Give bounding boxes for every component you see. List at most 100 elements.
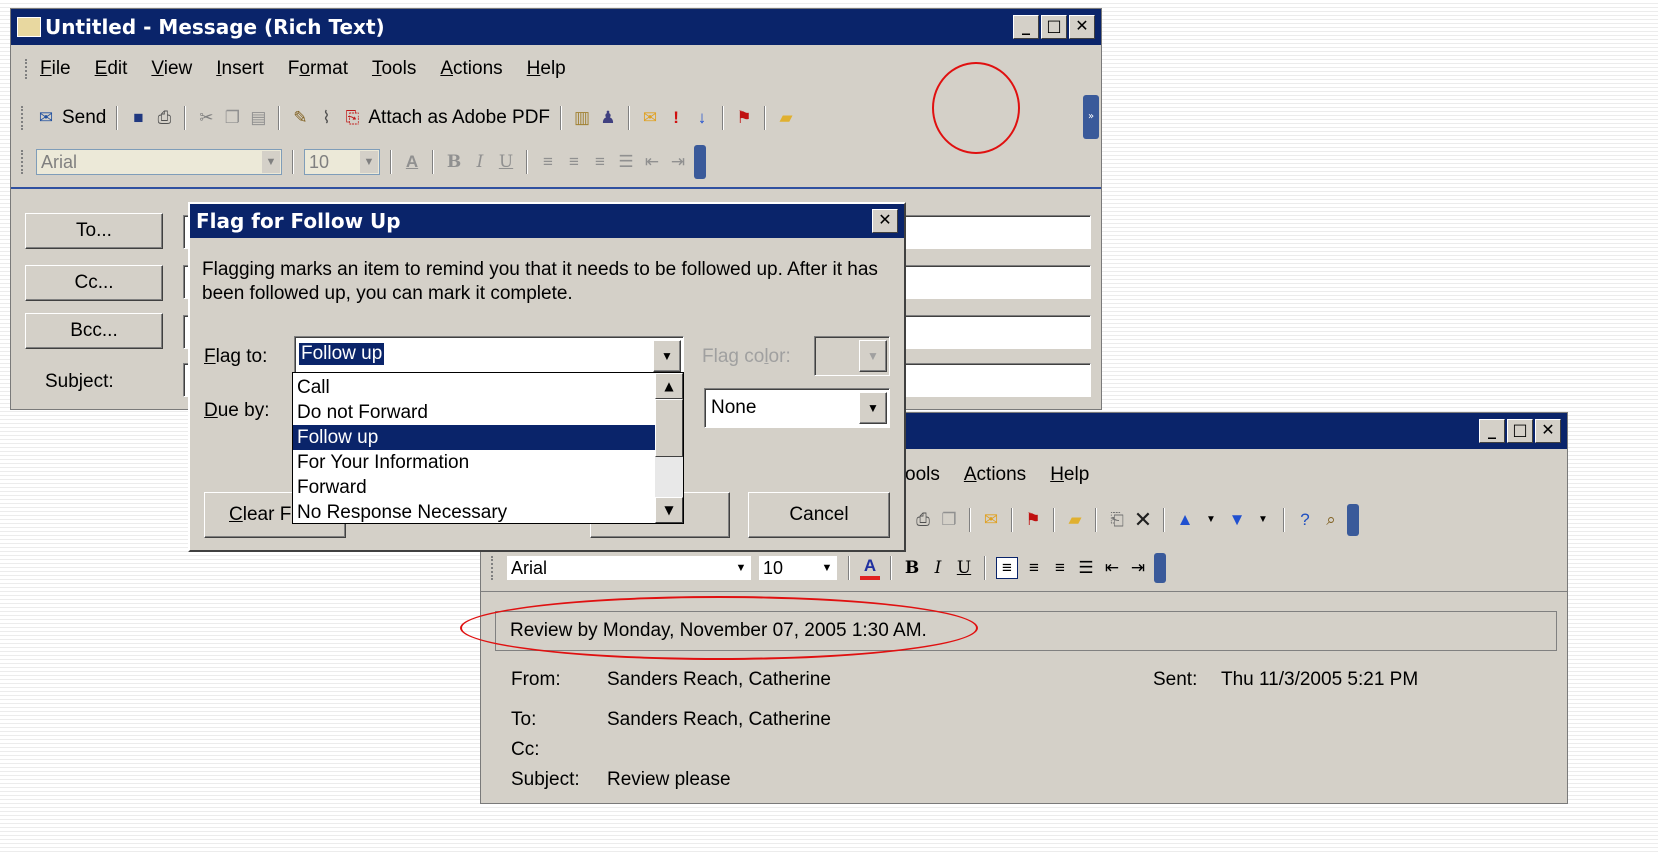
maximize-button[interactable]: □ — [1507, 419, 1533, 443]
adobe-pdf-icon[interactable]: ⎘ — [342, 108, 362, 128]
italic-icon[interactable]: I — [470, 152, 490, 172]
save-icon[interactable]: ■ — [128, 108, 148, 128]
check-names-person-icon[interactable]: ♟ — [598, 108, 618, 128]
send-icon[interactable]: ✉ — [36, 108, 56, 128]
dialog-title-bar[interactable]: Flag for Follow Up ✕ — [190, 204, 904, 238]
menu-view[interactable]: View — [151, 58, 192, 80]
flag-to-option[interactable]: Forward — [293, 475, 655, 500]
align-center-icon[interactable]: ≡ — [564, 152, 584, 172]
chevron-down-icon[interactable]: ▼ — [1253, 510, 1273, 530]
scroll-down-arrow[interactable]: ▼ — [655, 497, 683, 523]
align-left-icon[interactable]: ≡ — [996, 557, 1018, 579]
bcc-button[interactable]: Bcc... — [25, 313, 163, 349]
check-names-icon[interactable]: ✎ — [290, 108, 310, 128]
cancel-button[interactable]: Cancel — [748, 492, 890, 538]
address-book-icon[interactable]: ▥ — [572, 108, 592, 128]
options-envelope-icon[interactable]: ✉ — [640, 108, 660, 128]
menu-file[interactable]: File — [40, 58, 71, 80]
flag-to-combo[interactable]: Follow up ▼ — [294, 336, 684, 376]
align-right-icon[interactable]: ≡ — [590, 152, 610, 172]
due-time-combo[interactable]: None ▼ — [704, 388, 890, 428]
menu-insert[interactable]: Insert — [216, 58, 264, 80]
underline-icon[interactable]: U — [496, 152, 516, 172]
find-icon[interactable]: ⌕ — [1321, 510, 1341, 530]
chevron-down-icon[interactable]: ▼ — [1201, 510, 1221, 530]
flag-to-option[interactable]: Do not Forward — [293, 400, 655, 425]
menu-tools[interactable]: ools — [905, 464, 940, 486]
menu-edit[interactable]: Edit — [95, 58, 128, 80]
close-button[interactable]: ✕ — [1069, 15, 1095, 39]
minimize-button[interactable]: _ — [1479, 419, 1505, 443]
attach-as-adobe-pdf-button[interactable]: Attach as Adobe PDF — [368, 107, 550, 129]
next-item-icon[interactable]: ▼ — [1227, 510, 1247, 530]
font-name-combo[interactable]: Arial ▼ — [36, 149, 282, 175]
underline-icon[interactable]: U — [954, 558, 974, 578]
bold-icon[interactable]: B — [444, 152, 464, 172]
flag-icon[interactable]: ⚑ — [734, 108, 754, 128]
to-button[interactable]: To... — [25, 213, 163, 249]
flag-to-dropdown-button[interactable]: ▼ — [653, 340, 681, 372]
toolbar-options-chevron[interactable] — [1154, 553, 1166, 583]
italic-icon[interactable]: I — [928, 558, 948, 578]
send-button[interactable]: Send — [62, 107, 106, 129]
align-left-icon[interactable]: ≡ — [538, 152, 558, 172]
menu-tools[interactable]: Tools — [372, 58, 416, 80]
from-value[interactable]: Sanders Reach, Catherine — [607, 669, 831, 691]
copy-icon[interactable]: ❐ — [222, 108, 242, 128]
print-icon[interactable]: ⎙ — [154, 108, 174, 128]
close-button[interactable]: ✕ — [1535, 419, 1561, 443]
font-color-icon[interactable]: A — [860, 556, 880, 580]
print-icon[interactable]: ⎙ — [913, 510, 933, 530]
increase-indent-icon[interactable]: ⇥ — [668, 152, 688, 172]
copy-icon[interactable]: ❐ — [939, 510, 959, 530]
to-value[interactable]: Sanders Reach, Catherine — [607, 709, 831, 731]
minimize-button[interactable]: _ — [1013, 15, 1039, 39]
paste-icon[interactable]: ▤ — [248, 108, 268, 128]
options-folder-icon[interactable]: ▰ — [776, 108, 796, 128]
menu-actions[interactable]: Actions — [440, 58, 502, 80]
font-color-icon[interactable]: A — [402, 152, 422, 172]
cut-icon[interactable]: ✂ — [196, 108, 216, 128]
options-envelope-icon[interactable]: ✉ — [981, 510, 1001, 530]
menu-format[interactable]: Format — [288, 58, 348, 80]
decrease-indent-icon[interactable]: ⇤ — [1102, 558, 1122, 578]
move-icon[interactable]: ⎗ — [1107, 510, 1127, 530]
flag-to-option[interactable]: Follow up — [293, 425, 655, 450]
font-name-combo[interactable]: Arial ▼ — [506, 555, 752, 581]
toolbar-options-chevron[interactable] — [694, 145, 706, 179]
align-center-icon[interactable]: ≡ — [1024, 558, 1044, 578]
bullets-icon[interactable]: ☰ — [616, 152, 636, 172]
dropdown-scrollbar[interactable]: ▲ ▼ — [655, 373, 683, 523]
paperclip-icon[interactable]: ⌇ — [316, 108, 336, 128]
flag-icon[interactable]: ⚑ — [1023, 510, 1043, 530]
due-time-dropdown-button[interactable]: ▼ — [859, 392, 887, 424]
move-to-folder-icon[interactable]: ▰ — [1065, 510, 1085, 530]
menu-help[interactable]: Help — [527, 58, 566, 80]
flag-to-option[interactable]: Call — [293, 375, 655, 400]
menu-help[interactable]: Help — [1050, 464, 1089, 486]
delete-icon[interactable]: ✕ — [1133, 509, 1153, 531]
align-right-icon[interactable]: ≡ — [1050, 558, 1070, 578]
flag-to-option[interactable]: For Your Information — [293, 450, 655, 475]
cc-button[interactable]: Cc... — [25, 265, 163, 301]
compose-title-bar[interactable]: Untitled - Message (Rich Text) _ □ ✕ — [11, 9, 1101, 45]
flag-to-option[interactable]: No Response Necessary — [293, 500, 655, 523]
maximize-button[interactable]: □ — [1041, 15, 1067, 39]
toolbar-overflow-chevron[interactable]: » — [1083, 95, 1099, 139]
menu-actions[interactable]: Actions — [964, 464, 1026, 486]
scroll-up-arrow[interactable]: ▲ — [655, 373, 683, 399]
font-size-combo[interactable]: 10 ▼ — [758, 555, 838, 581]
scroll-thumb[interactable] — [655, 399, 683, 457]
previous-item-icon[interactable]: ▲ — [1175, 510, 1195, 530]
dialog-description: Flagging marks an item to remind you tha… — [202, 259, 878, 304]
high-importance-icon[interactable]: ! — [666, 108, 686, 128]
low-importance-icon[interactable]: ↓ — [692, 108, 712, 128]
increase-indent-icon[interactable]: ⇥ — [1128, 558, 1148, 578]
font-size-combo[interactable]: 10 ▼ — [304, 149, 380, 175]
bullets-icon[interactable]: ☰ — [1076, 558, 1096, 578]
toolbar-options-chevron[interactable] — [1347, 504, 1359, 536]
dialog-close-button[interactable]: ✕ — [872, 209, 898, 233]
decrease-indent-icon[interactable]: ⇤ — [642, 152, 662, 172]
bold-icon[interactable]: B — [902, 558, 922, 578]
help-icon[interactable]: ? — [1295, 510, 1315, 530]
